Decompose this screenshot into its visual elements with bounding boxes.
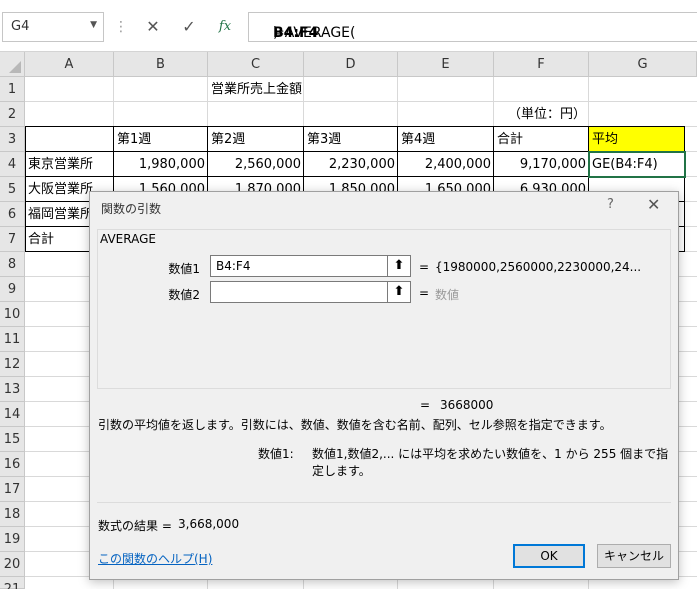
formula-ref: B4:F4 <box>273 25 319 41</box>
arg1-label: 数値1 <box>168 262 200 276</box>
arg2-result: 数値 <box>435 288 460 302</box>
row-header[interactable]: 11 <box>0 327 25 352</box>
row-header[interactable]: 4 <box>0 152 25 177</box>
function-arguments-dialog: 関数の引数 ? ✕ AVERAGE 数値1 B4:F4 ⬆ = {1980000… <box>89 191 679 580</box>
header-week3[interactable]: 第3週 <box>304 127 398 152</box>
row-header[interactable]: 10 <box>0 302 25 327</box>
active-cell-selection <box>588 151 686 178</box>
arg2-equals: = <box>419 286 430 300</box>
table-cell[interactable]: 2,230,000 <box>304 152 398 177</box>
result-value: 3668000 <box>440 398 494 412</box>
table-cell[interactable]: 9,170,000 <box>494 152 589 177</box>
header-week4[interactable]: 第4週 <box>398 127 494 152</box>
column-header-b[interactable]: B <box>114 52 208 77</box>
arg2-label: 数値2 <box>168 288 200 302</box>
row-header[interactable]: 9 <box>0 277 25 302</box>
header-total[interactable]: 合計 <box>494 127 589 152</box>
help-icon[interactable]: ? <box>607 197 614 212</box>
formula-result-value: 3,668,000 <box>178 517 240 531</box>
cancel-button[interactable]: キャンセル <box>597 544 671 568</box>
divider <box>97 502 671 503</box>
table-cell[interactable]: 2,560,000 <box>208 152 304 177</box>
arg2-input[interactable] <box>210 281 410 303</box>
row-header[interactable]: 15 <box>0 427 25 452</box>
formula-result-label: 数式の結果 = <box>98 519 172 533</box>
drag-handle-icon[interactable]: ⋮ <box>114 19 128 35</box>
header-week1[interactable]: 第1週 <box>114 127 208 152</box>
arg-description-label: 数値1: <box>258 447 294 461</box>
row-header[interactable]: 19 <box>0 527 25 552</box>
formula-buttons: ✕ ✓ fx <box>134 12 242 42</box>
result-equals: = <box>420 398 431 412</box>
row-header[interactable]: 18 <box>0 502 25 527</box>
header-week2[interactable]: 第2週 <box>208 127 304 152</box>
row-header[interactable]: 1 <box>0 77 25 102</box>
unit-label[interactable]: （単位：円） <box>494 102 589 127</box>
dialog-title: 関数の引数 <box>101 202 162 216</box>
row-header[interactable]: 6 <box>0 202 25 227</box>
arg1-result: {1980000,2560000,2230000,24... <box>435 260 642 274</box>
row-label-tokyo[interactable]: 東京営業所 <box>25 152 114 177</box>
row-header[interactable]: 5 <box>0 177 25 202</box>
collapse-dialog-icon[interactable]: ⬆ <box>387 255 411 277</box>
header-average[interactable]: 平均 <box>589 127 685 152</box>
select-all-button[interactable] <box>0 52 25 77</box>
cancel-icon[interactable]: ✕ <box>142 16 164 38</box>
table-cell[interactable]: 2,400,000 <box>398 152 494 177</box>
arg-description-text: 数値1,数値2,... には平均を求めたい数値を、1 から 255 個まで指定し… <box>312 447 669 478</box>
row-header[interactable]: 21 <box>0 577 25 589</box>
formula-input[interactable]: =AVERAGE(B4:F4) <box>248 12 697 42</box>
function-name: AVERAGE <box>100 232 156 246</box>
column-header-f[interactable]: F <box>494 52 589 77</box>
close-icon[interactable]: ✕ <box>647 195 660 214</box>
arg1-input[interactable]: B4:F4 <box>210 255 410 277</box>
function-help-link[interactable]: この関数のヘルプ(H) <box>98 550 212 567</box>
row-header[interactable]: 13 <box>0 377 25 402</box>
formula-suffix: ) <box>273 25 279 41</box>
arguments-group <box>97 229 671 389</box>
column-header-a[interactable]: A <box>25 52 114 77</box>
row-header[interactable]: 16 <box>0 452 25 477</box>
arg1-equals: = <box>419 260 430 274</box>
function-description: 引数の平均値を返します。引数には、数値、数値を含む名前、配列、セル参照を指定でき… <box>98 418 612 432</box>
row-header[interactable]: 3 <box>0 127 25 152</box>
column-header-g[interactable]: G <box>589 52 697 77</box>
enter-icon[interactable]: ✓ <box>178 16 200 38</box>
row-header[interactable]: 7 <box>0 227 25 252</box>
row-header[interactable]: 8 <box>0 252 25 277</box>
formula-bar: G4 ▼ ⋮ ✕ ✓ fx =AVERAGE(B4:F4) <box>0 0 697 52</box>
collapse-dialog-icon[interactable]: ⬆ <box>387 281 411 303</box>
row-header[interactable]: 17 <box>0 477 25 502</box>
column-header-c[interactable]: C <box>208 52 304 77</box>
row-header[interactable]: 2 <box>0 102 25 127</box>
row-header[interactable]: 12 <box>0 352 25 377</box>
row-header[interactable]: 20 <box>0 552 25 577</box>
chevron-down-icon[interactable]: ▼ <box>90 20 97 30</box>
ok-button[interactable]: OK <box>513 544 585 568</box>
column-header-e[interactable]: E <box>398 52 494 77</box>
name-box-value: G4 <box>11 19 30 34</box>
insert-function-icon[interactable]: fx <box>214 16 236 38</box>
column-header-d[interactable]: D <box>304 52 398 77</box>
row-header[interactable]: 14 <box>0 402 25 427</box>
table-cell[interactable]: 1,980,000 <box>114 152 208 177</box>
sheet-title[interactable]: 営業所売上金額 <box>208 77 408 102</box>
arg1-value: B4:F4 <box>216 259 251 273</box>
name-box[interactable]: G4 ▼ <box>2 12 104 42</box>
